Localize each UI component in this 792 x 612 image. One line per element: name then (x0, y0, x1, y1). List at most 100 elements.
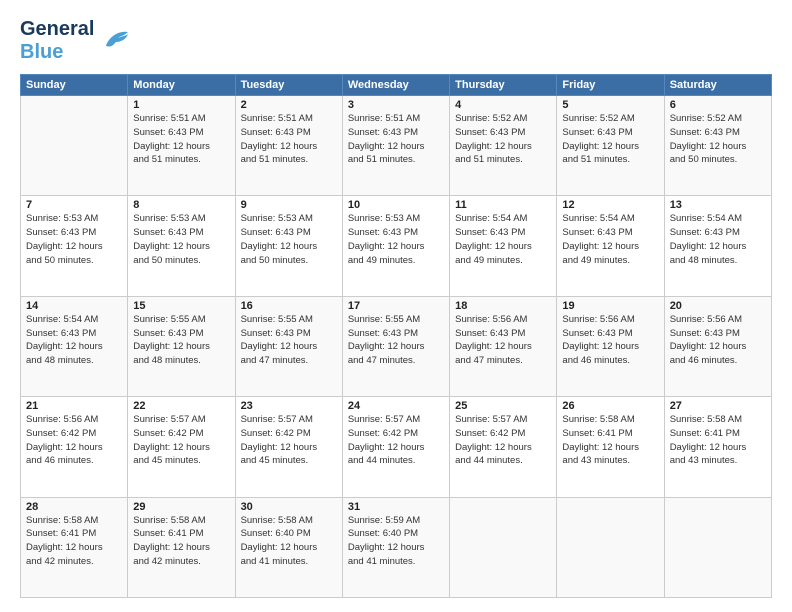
day-info: Sunrise: 5:56 AM Sunset: 6:42 PM Dayligh… (26, 413, 122, 468)
day-info: Sunrise: 5:58 AM Sunset: 6:41 PM Dayligh… (562, 413, 658, 468)
weekday-header-row: SundayMondayTuesdayWednesdayThursdayFrid… (21, 75, 772, 96)
calendar-cell: 25Sunrise: 5:57 AM Sunset: 6:42 PM Dayli… (450, 397, 557, 497)
day-info: Sunrise: 5:51 AM Sunset: 6:43 PM Dayligh… (133, 112, 229, 167)
calendar-cell (664, 497, 771, 597)
day-info: Sunrise: 5:56 AM Sunset: 6:43 PM Dayligh… (670, 313, 766, 368)
day-info: Sunrise: 5:57 AM Sunset: 6:42 PM Dayligh… (455, 413, 551, 468)
calendar-cell: 5Sunrise: 5:52 AM Sunset: 6:43 PM Daylig… (557, 96, 664, 196)
weekday-header-saturday: Saturday (664, 75, 771, 96)
day-info: Sunrise: 5:54 AM Sunset: 6:43 PM Dayligh… (455, 212, 551, 267)
day-info: Sunrise: 5:58 AM Sunset: 6:41 PM Dayligh… (133, 514, 229, 569)
day-info: Sunrise: 5:57 AM Sunset: 6:42 PM Dayligh… (241, 413, 337, 468)
week-row-4: 28Sunrise: 5:58 AM Sunset: 6:41 PM Dayli… (21, 497, 772, 597)
day-info: Sunrise: 5:58 AM Sunset: 6:40 PM Dayligh… (241, 514, 337, 569)
weekday-header-sunday: Sunday (21, 75, 128, 96)
calendar-cell (450, 497, 557, 597)
calendar-cell: 14Sunrise: 5:54 AM Sunset: 6:43 PM Dayli… (21, 296, 128, 396)
calendar-cell: 26Sunrise: 5:58 AM Sunset: 6:41 PM Dayli… (557, 397, 664, 497)
day-number: 3 (348, 99, 444, 111)
day-info: Sunrise: 5:51 AM Sunset: 6:43 PM Dayligh… (348, 112, 444, 167)
weekday-header-monday: Monday (128, 75, 235, 96)
calendar-cell: 20Sunrise: 5:56 AM Sunset: 6:43 PM Dayli… (664, 296, 771, 396)
day-info: Sunrise: 5:56 AM Sunset: 6:43 PM Dayligh… (562, 313, 658, 368)
day-info: Sunrise: 5:54 AM Sunset: 6:43 PM Dayligh… (26, 313, 122, 368)
day-number: 1 (133, 99, 229, 111)
day-info: Sunrise: 5:52 AM Sunset: 6:43 PM Dayligh… (455, 112, 551, 167)
day-number: 24 (348, 400, 444, 412)
week-row-1: 7Sunrise: 5:53 AM Sunset: 6:43 PM Daylig… (21, 196, 772, 296)
day-number: 12 (562, 199, 658, 211)
week-row-3: 21Sunrise: 5:56 AM Sunset: 6:42 PM Dayli… (21, 397, 772, 497)
day-number: 16 (241, 300, 337, 312)
weekday-header-wednesday: Wednesday (342, 75, 449, 96)
day-info: Sunrise: 5:58 AM Sunset: 6:41 PM Dayligh… (26, 514, 122, 569)
calendar-cell: 3Sunrise: 5:51 AM Sunset: 6:43 PM Daylig… (342, 96, 449, 196)
day-info: Sunrise: 5:54 AM Sunset: 6:43 PM Dayligh… (670, 212, 766, 267)
logo-text: General Blue (20, 18, 94, 64)
calendar-cell: 2Sunrise: 5:51 AM Sunset: 6:43 PM Daylig… (235, 96, 342, 196)
calendar-cell: 21Sunrise: 5:56 AM Sunset: 6:42 PM Dayli… (21, 397, 128, 497)
calendar-cell: 16Sunrise: 5:55 AM Sunset: 6:43 PM Dayli… (235, 296, 342, 396)
calendar-cell: 6Sunrise: 5:52 AM Sunset: 6:43 PM Daylig… (664, 96, 771, 196)
logo: General Blue (20, 18, 130, 64)
day-number: 20 (670, 300, 766, 312)
calendar-cell: 4Sunrise: 5:52 AM Sunset: 6:43 PM Daylig… (450, 96, 557, 196)
calendar-table: SundayMondayTuesdayWednesdayThursdayFrid… (20, 74, 772, 598)
day-info: Sunrise: 5:55 AM Sunset: 6:43 PM Dayligh… (133, 313, 229, 368)
calendar-cell: 29Sunrise: 5:58 AM Sunset: 6:41 PM Dayli… (128, 497, 235, 597)
day-info: Sunrise: 5:53 AM Sunset: 6:43 PM Dayligh… (26, 212, 122, 267)
day-info: Sunrise: 5:52 AM Sunset: 6:43 PM Dayligh… (562, 112, 658, 167)
day-number: 27 (670, 400, 766, 412)
day-number: 15 (133, 300, 229, 312)
day-info: Sunrise: 5:54 AM Sunset: 6:43 PM Dayligh… (562, 212, 658, 267)
day-number: 19 (562, 300, 658, 312)
calendar-cell: 11Sunrise: 5:54 AM Sunset: 6:43 PM Dayli… (450, 196, 557, 296)
calendar-cell: 22Sunrise: 5:57 AM Sunset: 6:42 PM Dayli… (128, 397, 235, 497)
day-number: 8 (133, 199, 229, 211)
day-info: Sunrise: 5:56 AM Sunset: 6:43 PM Dayligh… (455, 313, 551, 368)
calendar-cell: 31Sunrise: 5:59 AM Sunset: 6:40 PM Dayli… (342, 497, 449, 597)
calendar-cell: 7Sunrise: 5:53 AM Sunset: 6:43 PM Daylig… (21, 196, 128, 296)
day-info: Sunrise: 5:55 AM Sunset: 6:43 PM Dayligh… (348, 313, 444, 368)
logo-bird-icon (98, 28, 130, 54)
day-info: Sunrise: 5:52 AM Sunset: 6:43 PM Dayligh… (670, 112, 766, 167)
day-number: 28 (26, 501, 122, 513)
day-number: 4 (455, 99, 551, 111)
day-info: Sunrise: 5:53 AM Sunset: 6:43 PM Dayligh… (348, 212, 444, 267)
logo-general: General (20, 18, 94, 40)
day-info: Sunrise: 5:53 AM Sunset: 6:43 PM Dayligh… (241, 212, 337, 267)
calendar-cell: 8Sunrise: 5:53 AM Sunset: 6:43 PM Daylig… (128, 196, 235, 296)
calendar-page: General Blue SundayMondayTuesdayWednesda… (0, 0, 792, 612)
calendar-cell: 27Sunrise: 5:58 AM Sunset: 6:41 PM Dayli… (664, 397, 771, 497)
day-number: 30 (241, 501, 337, 513)
day-number: 11 (455, 199, 551, 211)
day-number: 6 (670, 99, 766, 111)
calendar-cell: 30Sunrise: 5:58 AM Sunset: 6:40 PM Dayli… (235, 497, 342, 597)
day-number: 21 (26, 400, 122, 412)
day-number: 18 (455, 300, 551, 312)
calendar-cell: 18Sunrise: 5:56 AM Sunset: 6:43 PM Dayli… (450, 296, 557, 396)
day-info: Sunrise: 5:55 AM Sunset: 6:43 PM Dayligh… (241, 313, 337, 368)
calendar-cell: 24Sunrise: 5:57 AM Sunset: 6:42 PM Dayli… (342, 397, 449, 497)
day-number: 17 (348, 300, 444, 312)
day-info: Sunrise: 5:59 AM Sunset: 6:40 PM Dayligh… (348, 514, 444, 569)
calendar-cell: 10Sunrise: 5:53 AM Sunset: 6:43 PM Dayli… (342, 196, 449, 296)
page-header: General Blue (20, 18, 772, 64)
day-info: Sunrise: 5:58 AM Sunset: 6:41 PM Dayligh… (670, 413, 766, 468)
day-number: 10 (348, 199, 444, 211)
day-number: 25 (455, 400, 551, 412)
calendar-cell: 17Sunrise: 5:55 AM Sunset: 6:43 PM Dayli… (342, 296, 449, 396)
calendar-cell (21, 96, 128, 196)
week-row-0: 1Sunrise: 5:51 AM Sunset: 6:43 PM Daylig… (21, 96, 772, 196)
day-number: 7 (26, 199, 122, 211)
day-number: 22 (133, 400, 229, 412)
calendar-cell (557, 497, 664, 597)
weekday-header-friday: Friday (557, 75, 664, 96)
calendar-cell: 28Sunrise: 5:58 AM Sunset: 6:41 PM Dayli… (21, 497, 128, 597)
weekday-header-thursday: Thursday (450, 75, 557, 96)
day-number: 26 (562, 400, 658, 412)
day-number: 2 (241, 99, 337, 111)
calendar-cell: 9Sunrise: 5:53 AM Sunset: 6:43 PM Daylig… (235, 196, 342, 296)
day-info: Sunrise: 5:57 AM Sunset: 6:42 PM Dayligh… (348, 413, 444, 468)
calendar-cell: 13Sunrise: 5:54 AM Sunset: 6:43 PM Dayli… (664, 196, 771, 296)
